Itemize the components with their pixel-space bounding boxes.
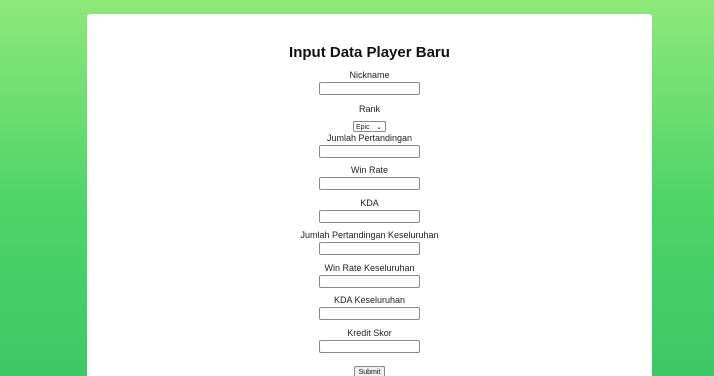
nickname-input[interactable]: [319, 82, 420, 95]
kda-keseluruhan-label: KDA Keseluruhan: [333, 295, 406, 305]
submit-row: Submit: [87, 361, 652, 376]
field-kda-keseluruhan: KDA Keseluruhan: [87, 295, 652, 325]
kda-label: KDA: [360, 198, 379, 208]
win-rate-keseluruhan-input[interactable]: [319, 275, 420, 288]
submit-button[interactable]: Submit: [353, 366, 386, 376]
kredit-skor-input[interactable]: [319, 340, 420, 353]
field-win-rate-keseluruhan: Win Rate Keseluruhan: [87, 263, 652, 293]
field-jumlah-pertandingan-keseluruhan: Jumlah Pertandingan Keseluruhan: [87, 230, 652, 260]
page-title: Input Data Player Baru: [289, 44, 450, 61]
jumlah-pertandingan-input[interactable]: [319, 145, 420, 158]
jumlah-pertandingan-label: Jumlah Pertandingan: [326, 133, 413, 143]
win-rate-keseluruhan-label: Win Rate Keseluruhan: [324, 263, 415, 273]
field-jumlah-pertandingan: Jumlah Pertandingan: [87, 133, 652, 163]
win-rate-label: Win Rate: [350, 165, 388, 175]
kda-input[interactable]: [319, 210, 420, 223]
jumlah-pertandingan-keseluruhan-label: Jumlah Pertandingan Keseluruhan: [300, 230, 439, 240]
nickname-label: Nickname: [349, 70, 390, 80]
kredit-skor-label: Kredit Skor: [347, 328, 392, 338]
rank-selected-value: Epic: [356, 124, 370, 131]
win-rate-input[interactable]: [319, 177, 420, 190]
field-nickname: Nickname: [87, 70, 652, 100]
chevron-down-icon: ⌄: [376, 124, 382, 131]
kda-keseluruhan-input[interactable]: [319, 307, 420, 320]
field-win-rate: Win Rate: [87, 165, 652, 195]
field-rank: Rank Epic ⌄: [87, 104, 652, 134]
rank-label: Rank: [358, 104, 380, 114]
field-kda: KDA: [87, 198, 652, 228]
field-kredit-skor: Kredit Skor: [87, 328, 652, 358]
jumlah-pertandingan-keseluruhan-input[interactable]: [319, 242, 420, 255]
form-container: Input Data Player Baru Nickname Rank Epi…: [87, 14, 652, 376]
rank-select[interactable]: Epic ⌄: [353, 121, 386, 132]
